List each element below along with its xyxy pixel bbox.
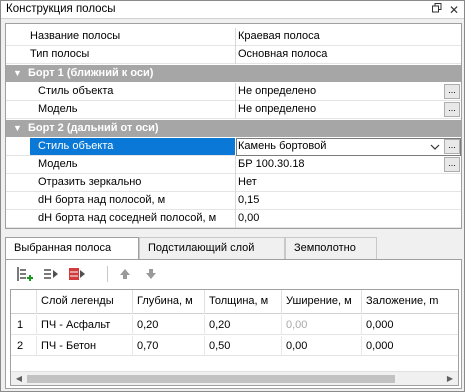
property-row-curb2-model[interactable]: Модель БР 100.30.18 ... xyxy=(6,156,461,174)
layers-table: Слой легенды Глубина, м Толщина, м Ушире… xyxy=(10,289,459,386)
property-name: Модель xyxy=(38,103,78,115)
table-row[interactable]: 1 ПЧ - Асфальт 0,20 0,20 0,00 0,000 xyxy=(11,315,458,335)
browse-button[interactable]: ... xyxy=(444,157,460,172)
table-row[interactable]: 2 ПЧ - Бетон 0,70 0,50 0,00 0,000 xyxy=(11,336,458,356)
property-name: Название полосы xyxy=(30,30,121,42)
column-header-thickness[interactable]: Толщина, м xyxy=(205,290,282,314)
tab-panel-selected-lane: Слой легенды Глубина, м Толщина, м Ушире… xyxy=(5,259,462,389)
column-divider xyxy=(235,174,236,192)
property-row-dh-over-adjacent[interactable]: dH борта над соседней полосой, м 0,00 xyxy=(6,210,461,228)
property-row-curb1-style[interactable]: Стиль объекта Не определено ... xyxy=(6,83,461,101)
scroll-right-icon[interactable]: ▶ xyxy=(443,372,457,385)
property-value[interactable]: 0,15 xyxy=(238,192,443,209)
property-row-curb2-style[interactable]: Стиль объекта Камень бортовой ... xyxy=(6,138,461,156)
browse-button[interactable]: ... xyxy=(444,139,460,154)
table-header: Слой легенды Глубина, м Толщина, м Ушире… xyxy=(11,290,458,314)
category-title: Борт 2 (дальний от оси) xyxy=(28,122,159,134)
window-title: Конструкция полосы xyxy=(6,3,116,15)
cell-legend-layer[interactable]: ПЧ - Бетон xyxy=(37,336,133,356)
property-value[interactable]: Не определено xyxy=(238,101,443,118)
cell-widening[interactable]: 0,00 xyxy=(282,315,362,335)
delete-layer-icon[interactable] xyxy=(68,265,86,283)
column-divider xyxy=(235,28,236,46)
cell-widening[interactable]: 0,00 xyxy=(282,336,362,356)
property-value[interactable]: БР 100.30.18 xyxy=(238,156,443,173)
move-up-icon[interactable] xyxy=(116,265,134,283)
category-curb-1[interactable]: ▼ Борт 1 (ближний к оси) xyxy=(6,65,461,82)
cell-depth[interactable]: 0,70 xyxy=(133,336,205,356)
property-row-mirror[interactable]: Отразить зеркально Нет xyxy=(6,174,461,192)
column-divider xyxy=(235,46,236,64)
row-index: 2 xyxy=(11,336,37,356)
property-row-dh-over-lane[interactable]: dH борта над полосой, м 0,15 xyxy=(6,192,461,210)
property-value[interactable]: 0,00 xyxy=(238,210,443,227)
tab-selected-lane[interactable]: Выбранная полоса xyxy=(5,237,139,260)
row-index: 1 xyxy=(11,315,37,335)
property-row-lane-type[interactable]: Тип полосы Основная полоса xyxy=(6,46,461,64)
cell-slope[interactable]: 0,000 xyxy=(362,336,458,356)
property-row-curb1-model[interactable]: Модель Не определено ... xyxy=(6,101,461,119)
toolbar-separator xyxy=(107,266,108,282)
column-header-index[interactable] xyxy=(11,290,37,314)
property-name: Отразить зеркально xyxy=(38,176,142,188)
title-bar: Конструкция полосы ✕ xyxy=(1,1,464,19)
cell-depth[interactable]: 0,20 xyxy=(133,315,205,335)
restore-window-icon[interactable] xyxy=(429,2,445,18)
cell-legend-layer[interactable]: ПЧ - Асфальт xyxy=(37,315,133,335)
scroll-left-icon[interactable]: ◀ xyxy=(12,372,26,385)
tab-subgrade[interactable]: Земполотно xyxy=(285,237,377,259)
move-down-icon[interactable] xyxy=(142,265,160,283)
insert-layer-icon[interactable] xyxy=(16,265,34,283)
column-header-depth[interactable]: Глубина, м xyxy=(133,290,205,314)
tab-strip: Выбранная полоса Подстилающий слой Земпо… xyxy=(5,237,462,260)
browse-button[interactable]: ... xyxy=(444,84,460,99)
collapse-chevron-icon[interactable]: ▼ xyxy=(13,65,22,82)
lane-construction-window: Конструкция полосы ✕ Название полосы Кра… xyxy=(0,0,465,392)
property-name: Стиль объекта xyxy=(30,138,235,155)
cell-thickness[interactable]: 0,50 xyxy=(205,336,282,356)
property-name: dH борта над соседней полосой, м xyxy=(38,212,217,224)
horizontal-scrollbar[interactable]: ◀ ▶ xyxy=(11,371,458,385)
property-value[interactable]: Краевая полоса xyxy=(238,28,443,45)
close-icon[interactable]: ✕ xyxy=(446,2,462,18)
property-value[interactable]: Нет xyxy=(238,174,443,191)
column-divider xyxy=(235,101,236,119)
category-curb-2[interactable]: ▼ Борт 2 (дальний от оси) xyxy=(6,120,461,137)
property-name: Тип полосы xyxy=(30,48,90,60)
property-value[interactable]: Не определено xyxy=(238,83,443,100)
property-name: Модель xyxy=(38,158,78,170)
property-grid: Название полосы Краевая полоса Тип полос… xyxy=(5,23,462,229)
property-value[interactable]: Основная полоса xyxy=(238,46,443,63)
browse-button[interactable]: ... xyxy=(444,102,460,117)
property-name: dH борта над полосой, м xyxy=(38,194,166,206)
insert-after-icon[interactable] xyxy=(42,265,60,283)
column-header-widening[interactable]: Уширение, м xyxy=(282,290,362,314)
scrollbar-thumb[interactable] xyxy=(27,375,395,383)
column-divider xyxy=(235,210,236,228)
tab-underlying-layer[interactable]: Подстилающий слой xyxy=(139,237,285,259)
chevron-down-icon[interactable] xyxy=(428,140,442,154)
collapse-chevron-icon[interactable]: ▼ xyxy=(13,120,22,137)
property-name: Стиль объекта xyxy=(38,85,114,97)
category-title: Борт 1 (ближний к оси) xyxy=(28,67,154,79)
column-header-slope[interactable]: Заложение, m xyxy=(362,290,458,314)
property-row-lane-name[interactable]: Название полосы Краевая полоса xyxy=(6,28,461,46)
column-divider xyxy=(235,83,236,101)
column-divider xyxy=(235,192,236,210)
property-value[interactable]: Камень бортовой xyxy=(238,138,443,155)
cell-slope[interactable]: 0,000 xyxy=(362,315,458,335)
column-divider xyxy=(235,156,236,174)
column-header-legend-layer[interactable]: Слой легенды xyxy=(37,290,133,314)
cell-thickness[interactable]: 0,20 xyxy=(205,315,282,335)
